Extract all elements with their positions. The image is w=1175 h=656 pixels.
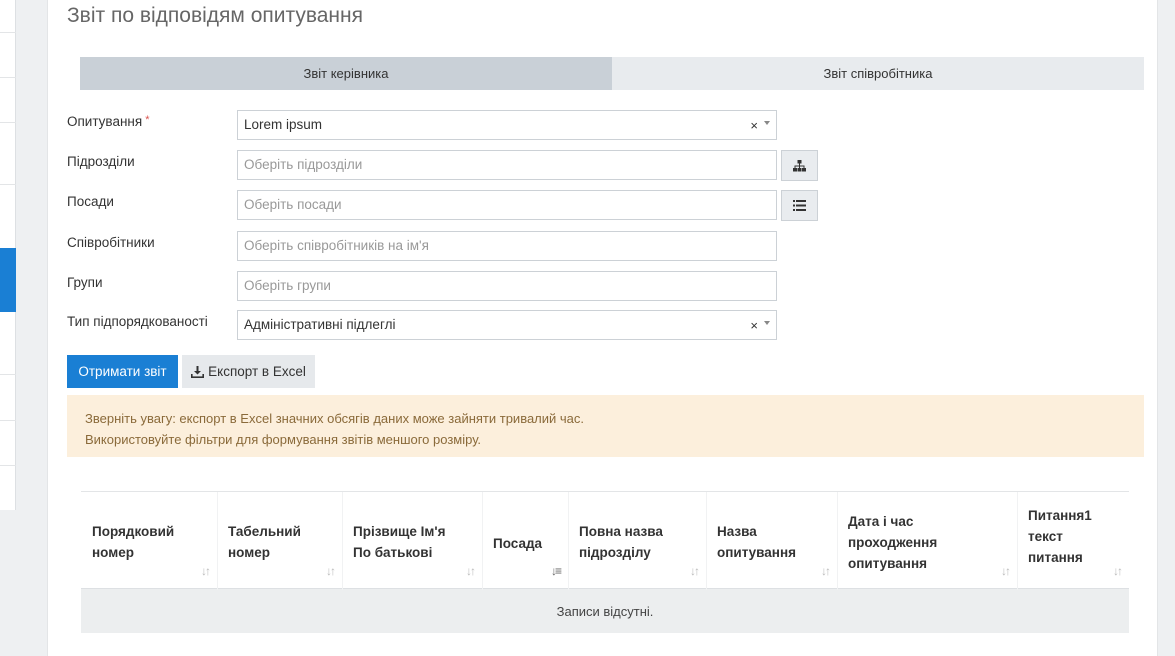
sidebar-divider [0,420,16,421]
sort-desc-icon[interactable]: ↓≡ [551,561,562,582]
column-header-row-number[interactable]: Порядковий номер ↓↑ [81,492,217,590]
main-panel: Звіт по відповідям опитування Звіт керів… [47,0,1158,656]
survey-select-value: Lorem ipsum [244,117,323,132]
table-empty-row: Записи відсутні. [81,589,1129,633]
sort-icon[interactable]: ↓↑ [690,561,700,582]
sidebar-divider [0,374,16,375]
header-line: Порядковий [92,524,175,539]
sidebar-item-active[interactable] [0,248,16,312]
tab-manager-report[interactable]: Звіт керівника [80,57,612,90]
report-tabs: Звіт керівника Звіт співробітника [80,57,1144,90]
sort-icon[interactable]: ↓↑ [1001,561,1011,582]
positions-label: Посади [67,194,114,209]
list-icon [793,200,806,211]
column-header-question1[interactable]: Питання1 текст питання ↓↑ [1017,492,1129,590]
left-sidebar [0,0,16,510]
column-header-position[interactable]: Посада ↓≡ [482,492,568,590]
positions-row: Посади Оберіть посади [67,190,827,221]
page-title: Звіт по відповідям опитування [67,4,363,27]
groups-placeholder: Оберіть групи [244,278,331,293]
positions-list-button[interactable] [781,190,818,221]
header-line: номер [92,545,134,560]
alert-line-1: Зверніть увагу: експорт в Excel значних … [85,411,585,426]
download-icon [191,365,205,378]
survey-label: Опитування * [67,114,150,129]
export-excel-label: Експорт в Excel [208,364,306,379]
positions-placeholder: Оберіть посади [244,197,342,212]
departments-input[interactable]: Оберіть підрозділи [237,150,777,180]
export-warning-alert: Зверніть увагу: експорт в Excel значних … [67,395,1144,457]
employees-label: Співробітники [67,235,155,250]
header-line: текст [1028,529,1063,544]
subordination-select-value: Адміністративні підлеглі [244,317,396,332]
report-table: Порядковий номер ↓↑ Табельний номер ↓↑ П… [81,491,1129,633]
header-line: номер [228,545,270,560]
sidebar-divider [0,77,16,78]
header-line: Прізвище Ім'я [353,524,446,539]
groups-input[interactable]: Оберіть групи [237,271,777,301]
sidebar-divider [0,465,16,466]
departments-label: Підрозділи [67,154,135,169]
sidebar-divider [0,184,16,185]
sort-icon[interactable]: ↓↑ [1113,561,1123,582]
export-excel-button[interactable]: Експорт в Excel [182,355,315,388]
sort-icon[interactable]: ↓↑ [201,561,211,582]
column-header-full-name[interactable]: Прізвище Ім'я По батькові ↓↑ [342,492,482,590]
alert-line-2: Використовуйте фільтри для формування зв… [85,432,482,447]
employees-row: Співробітники Оберіть співробітників на … [67,231,827,261]
departments-tree-button[interactable] [781,150,818,181]
column-header-department[interactable]: Повна назва підрозділу ↓↑ [568,492,706,590]
sidebar-divider [0,122,16,123]
chevron-down-icon[interactable] [764,321,770,325]
sort-icon[interactable]: ↓↑ [821,561,831,582]
groups-label: Групи [67,275,103,290]
header-line: Назва [717,524,757,539]
sitemap-icon [793,159,806,171]
required-mark: * [145,114,150,126]
employees-input[interactable]: Оберіть співробітників на ім'я [237,231,777,261]
header-line: Питання1 [1028,508,1092,523]
header-line: Посада [493,536,543,551]
table-header: Порядковий номер ↓↑ Табельний номер ↓↑ П… [81,491,1129,590]
column-header-personnel-number[interactable]: Табельний номер ↓↑ [217,492,342,590]
column-header-survey-name[interactable]: Назва опитування ↓↑ [706,492,837,590]
clear-icon[interactable]: × [750,118,758,133]
header-line: підрозділу [579,545,651,560]
subordination-select[interactable]: Адміністративні підлеглі × [237,310,777,340]
groups-row: Групи Оберіть групи [67,271,827,301]
sort-icon[interactable]: ↓↑ [326,561,336,582]
survey-select[interactable]: Lorem ipsum × [237,110,777,140]
departments-row: Підрозділи Оберіть підрозділи [67,150,827,181]
departments-placeholder: Оберіть підрозділи [244,157,363,172]
header-line: опитування [717,545,796,560]
clear-icon[interactable]: × [750,318,758,333]
subordination-label: Тип підпорядкованості [67,314,208,329]
get-report-button[interactable]: Отримати звіт [67,355,178,388]
header-line: Повна назва [579,524,663,539]
sort-icon[interactable]: ↓↑ [466,561,476,582]
header-line: питання [1028,550,1083,565]
header-line: проходження [848,535,938,550]
employees-placeholder: Оберіть співробітників на ім'я [244,238,429,253]
header-line: По батькові [353,545,433,560]
survey-row: Опитування * Lorem ipsum × [67,110,827,140]
header-line: Табельний [228,524,301,539]
sidebar-divider [0,32,16,33]
column-header-datetime[interactable]: Дата і час проходження опитування ↓↑ [837,492,1017,590]
header-line: Дата і час [848,514,914,529]
tab-employee-report[interactable]: Звіт співробітника [612,57,1144,90]
positions-input[interactable]: Оберіть посади [237,190,777,220]
header-line: опитування [848,556,927,571]
chevron-down-icon[interactable] [764,121,770,125]
subordination-row: Тип підпорядкованості Адміністративні пі… [67,310,827,340]
